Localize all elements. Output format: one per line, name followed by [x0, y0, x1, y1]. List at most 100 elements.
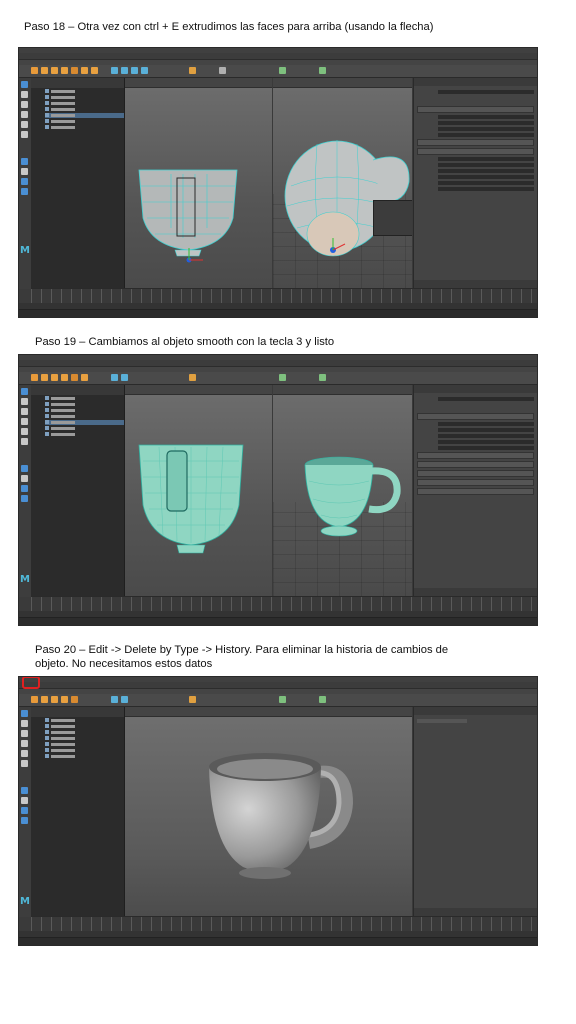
outliner-header[interactable]	[31, 707, 124, 717]
select-tool-icon[interactable]	[21, 81, 28, 88]
outliner-item[interactable]	[45, 125, 124, 130]
extrude-icon[interactable]	[121, 696, 128, 703]
attr-section[interactable]	[417, 470, 534, 477]
cube-icon[interactable]	[51, 67, 58, 74]
plane-icon[interactable]	[81, 67, 88, 74]
lasso-tool-icon[interactable]	[21, 91, 28, 98]
attribute-tabs[interactable]	[414, 385, 537, 393]
outliner-item[interactable]	[45, 119, 124, 124]
four-view-icon[interactable]	[21, 797, 28, 804]
attr-field[interactable]	[438, 163, 534, 167]
cone-icon[interactable]	[71, 67, 78, 74]
select-tool-icon[interactable]	[21, 388, 28, 395]
command-line[interactable]	[19, 309, 537, 317]
paint-tool-icon[interactable]	[21, 730, 28, 737]
cube-icon[interactable]	[51, 374, 58, 381]
outliner-item[interactable]	[45, 396, 124, 401]
outliner-header[interactable]	[31, 385, 124, 395]
bevel-icon[interactable]	[131, 67, 138, 74]
outliner-item[interactable]	[45, 420, 124, 425]
perspective-viewport[interactable]	[125, 707, 412, 917]
attr-field[interactable]	[438, 175, 534, 179]
cone-icon[interactable]	[71, 696, 78, 703]
node-name-field[interactable]	[438, 90, 534, 94]
attribute-editor[interactable]	[413, 78, 537, 289]
side-by-side-icon[interactable]	[21, 178, 28, 185]
attribute-editor[interactable]	[413, 707, 537, 917]
paint-tool-icon[interactable]	[21, 408, 28, 415]
move-tool-icon[interactable]	[21, 111, 28, 118]
smooth-icon[interactable]	[189, 696, 196, 703]
outliner-item[interactable]	[45, 748, 124, 753]
four-view-icon[interactable]	[21, 168, 28, 175]
attr-section[interactable]	[417, 148, 534, 155]
bridge-icon[interactable]	[141, 67, 148, 74]
smooth-icon[interactable]	[189, 374, 196, 381]
tool-options-box[interactable]	[373, 200, 412, 236]
sphere-icon[interactable]	[41, 67, 48, 74]
attr-field[interactable]	[438, 434, 534, 438]
attr-section[interactable]	[417, 461, 534, 468]
torus-icon[interactable]	[91, 67, 98, 74]
combine-icon[interactable]	[111, 374, 118, 381]
outliner-panel[interactable]	[31, 385, 125, 597]
four-view-icon[interactable]	[21, 475, 28, 482]
attr-field[interactable]	[438, 428, 534, 432]
attr-field[interactable]	[438, 127, 534, 131]
attribute-editor[interactable]	[413, 385, 537, 597]
attribute-tabs[interactable]	[414, 707, 537, 715]
outliner-item[interactable]	[45, 89, 124, 94]
outliner-item[interactable]	[45, 426, 124, 431]
attr-section[interactable]	[417, 479, 534, 486]
sphere-icon[interactable]	[41, 696, 48, 703]
time-slider[interactable]	[31, 916, 537, 931]
attr-section[interactable]	[417, 139, 534, 146]
single-view-icon[interactable]	[21, 787, 28, 794]
cylinder-icon[interactable]	[61, 67, 68, 74]
side-by-side-icon[interactable]	[21, 485, 28, 492]
lasso-tool-icon[interactable]	[21, 398, 28, 405]
shelf-toolbar[interactable]	[19, 372, 537, 385]
command-line[interactable]	[19, 617, 537, 625]
outliner-item[interactable]	[45, 408, 124, 413]
attr-field[interactable]	[438, 422, 534, 426]
perspective-viewport[interactable]	[273, 385, 412, 597]
uv-icon[interactable]	[279, 696, 286, 703]
attr-field[interactable]	[438, 187, 534, 191]
attr-section[interactable]	[417, 488, 534, 495]
plane-icon[interactable]	[81, 374, 88, 381]
attr-section[interactable]	[417, 452, 534, 459]
shelf-toolbar[interactable]	[19, 65, 537, 78]
outliner-panel[interactable]	[31, 78, 125, 289]
single-view-icon[interactable]	[21, 465, 28, 472]
uv-icon[interactable]	[279, 67, 286, 74]
polygon-tool-icon[interactable]	[31, 696, 38, 703]
outliner-item[interactable]	[45, 754, 124, 759]
attr-field[interactable]	[438, 121, 534, 125]
smooth-icon[interactable]	[189, 67, 196, 74]
material-icon[interactable]	[319, 696, 326, 703]
front-viewport[interactable]	[125, 78, 272, 289]
outliner-item[interactable]	[45, 414, 124, 419]
scale-tool-icon[interactable]	[21, 131, 28, 138]
rotate-tool-icon[interactable]	[21, 428, 28, 435]
cone-icon[interactable]	[71, 374, 78, 381]
rotate-tool-icon[interactable]	[21, 121, 28, 128]
attr-field[interactable]	[438, 446, 534, 450]
attr-field[interactable]	[438, 115, 534, 119]
persp-outliner-icon[interactable]	[21, 817, 28, 824]
cylinder-icon[interactable]	[61, 696, 68, 703]
side-by-side-icon[interactable]	[21, 807, 28, 814]
lasso-tool-icon[interactable]	[21, 720, 28, 727]
outliner-item[interactable]	[45, 718, 124, 723]
outliner-panel[interactable]	[31, 707, 125, 917]
outliner-item[interactable]	[45, 736, 124, 741]
material-icon[interactable]	[319, 374, 326, 381]
move-tool-icon[interactable]	[21, 740, 28, 747]
attr-field[interactable]	[438, 181, 534, 185]
outliner-item[interactable]	[45, 107, 124, 112]
outliner-item[interactable]	[45, 402, 124, 407]
outliner-item[interactable]	[45, 432, 124, 437]
select-tool-icon[interactable]	[21, 710, 28, 717]
persp-outliner-icon[interactable]	[21, 495, 28, 502]
